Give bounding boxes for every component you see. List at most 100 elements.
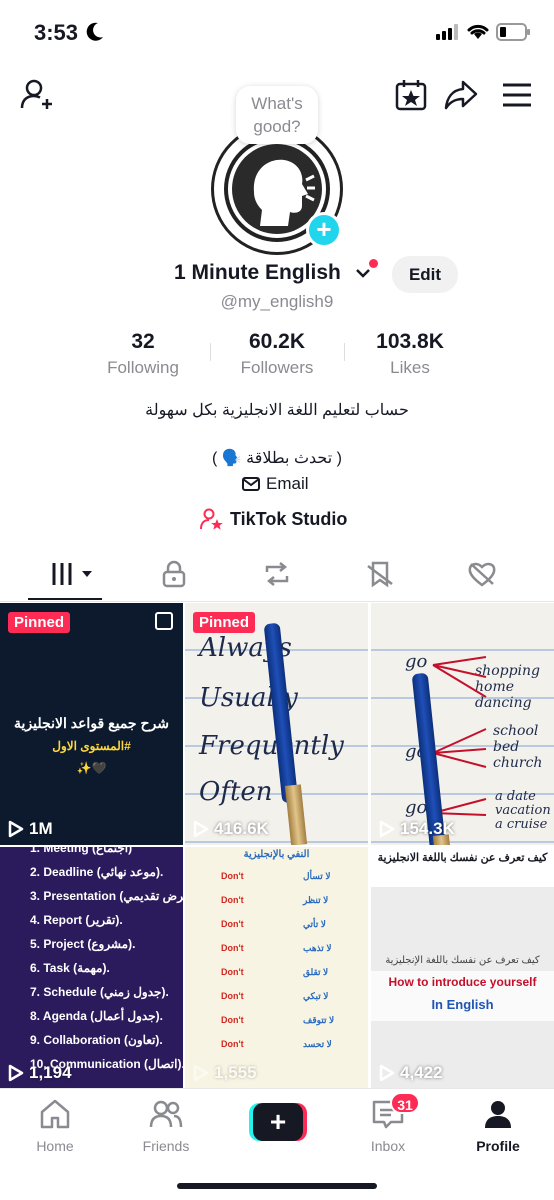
stat-value: 103.8K: [376, 330, 444, 353]
arabic-label: لا تأتي: [303, 919, 326, 929]
profile-handle: @my_english9: [220, 292, 334, 311]
thumbnail-english-title: How to introduce yourself: [388, 975, 537, 989]
stat-value: 60.2K: [248, 330, 306, 353]
list-item: 2. Deadline (موعد نهائي).: [30, 865, 164, 879]
video-thumbnail[interactable]: go shopping home dancing go school bed c…: [371, 603, 554, 845]
handwritten-word: church: [493, 755, 543, 771]
video-thumbnail[interactable]: Always Usually Frequently Often Pinned 4…: [185, 603, 368, 845]
handwritten-word: school: [493, 723, 539, 739]
view-count-value: 1M: [29, 819, 53, 838]
add-story-button[interactable]: +: [306, 212, 342, 248]
battery-icon: [496, 23, 530, 41]
chevron-down-icon[interactable]: [355, 266, 371, 280]
stat-following[interactable]: 32 Following: [83, 330, 203, 378]
tab-private[interactable]: [154, 558, 194, 590]
note-bubble[interactable]: What's good?: [236, 86, 318, 144]
stat-followers[interactable]: 60.2K Followers: [217, 330, 337, 378]
nav-label: Friends: [142, 1138, 190, 1154]
speaking-head-logo: [253, 159, 315, 226]
email-label: Email: [266, 474, 309, 493]
handwritten-word: Often: [199, 777, 273, 807]
stat-value: 32: [131, 330, 155, 353]
nav-inbox[interactable]: Inbox: [343, 1099, 433, 1154]
studio-label: TikTok Studio: [230, 508, 348, 529]
heart-hidden-icon: [468, 562, 496, 587]
bio-line: ( تحدث بطلاقة 🗣️ ): [212, 450, 342, 467]
nav-label: Inbox: [370, 1138, 406, 1154]
view-count: 1M: [8, 819, 53, 839]
photo-carousel-icon: [155, 612, 173, 630]
video-thumbnail[interactable]: كيف تعرف عن نفسك باللغة الانجليزية كيف ت…: [371, 847, 554, 1089]
cellular-signal-icon: [436, 24, 458, 40]
thumbnail-subtitle: كيف تعرف عن نفسك باللغة الإنجليزية: [385, 955, 540, 966]
share-icon[interactable]: [444, 78, 478, 112]
creator-star-icon: [200, 508, 223, 530]
wifi-icon: [467, 24, 489, 39]
notification-dot: [369, 259, 378, 268]
create-button[interactable]: +: [249, 1103, 307, 1141]
view-count: 154.3K: [379, 819, 455, 839]
handwritten-word: bed: [493, 739, 520, 755]
tab-liked[interactable]: [462, 558, 502, 590]
pinned-badge: Pinned: [193, 612, 256, 633]
tab-reposts[interactable]: [257, 558, 297, 590]
play-icon: [379, 1064, 395, 1082]
handwritten-word: a date: [495, 789, 536, 804]
grid-icon: [52, 563, 92, 585]
list-item: 6. Task (مهمة).: [30, 961, 110, 975]
edit-profile-button[interactable]: Edit: [392, 256, 458, 293]
tab-videos[interactable]: [50, 558, 96, 590]
dont-label: Don't: [221, 991, 244, 1001]
stat-label: Following: [107, 358, 179, 377]
dont-label: Don't: [221, 919, 244, 929]
repost-icon: [265, 562, 289, 586]
menu-icon[interactable]: [500, 78, 534, 112]
list-item: 7. Schedule (جدول زمني).: [30, 985, 169, 999]
calendar-star-icon[interactable]: [394, 78, 428, 112]
dont-label: Don't: [221, 895, 244, 905]
video-thumbnail[interactable]: 1. Meeting (اجتماع) 2. Deadline (موعد نه…: [0, 847, 183, 1089]
play-icon: [193, 820, 209, 838]
tiktok-studio-link[interactable]: TikTok Studio: [200, 508, 347, 530]
stat-divider: [210, 343, 211, 361]
video-thumbnail[interactable]: النفي بالإنجليزية Don't لا تسأل Don't لا…: [185, 847, 368, 1089]
stat-label: Followers: [240, 358, 314, 377]
home-indicator: [177, 1183, 377, 1189]
view-count: 416.6K: [193, 819, 269, 839]
list-item: 3. Presentation (عرض تقديمي).: [30, 889, 183, 903]
bookmark-hidden-icon: [367, 561, 393, 588]
inbox-badge: 31: [390, 1092, 420, 1114]
handwritten-word: vacation: [495, 803, 551, 818]
list-item: 5. Project (مشروع).: [30, 937, 136, 951]
video-thumbnail[interactable]: Pinned شرح جميع قواعد الانجليزية #المستو…: [0, 603, 183, 845]
bio-line: حساب لتعليم اللغة الانجليزية بكل سهولة: [145, 402, 409, 419]
dont-label: Don't: [221, 943, 244, 953]
arabic-label: لا تقلق: [303, 967, 329, 977]
moon-icon: [86, 22, 103, 41]
view-count: 4,422: [379, 1063, 443, 1083]
active-tab-indicator: [28, 598, 102, 600]
list-item: 4. Report (تقرير).: [30, 913, 123, 927]
nav-home[interactable]: Home: [10, 1099, 100, 1154]
stat-likes[interactable]: 103.8K Likes: [350, 330, 470, 378]
arabic-label: لا تنظر: [303, 895, 329, 905]
profile-tabs: [0, 548, 554, 602]
thumbnail-title: النفي بالإنجليزية: [243, 849, 310, 860]
nav-friends[interactable]: Friends: [121, 1099, 211, 1154]
lock-icon: [162, 560, 186, 588]
play-icon: [8, 1064, 24, 1082]
tab-favorites[interactable]: [360, 558, 400, 590]
handwritten-word: go: [405, 651, 428, 672]
email-link[interactable]: Email: [242, 474, 309, 494]
dont-label: Don't: [221, 871, 244, 881]
profile-name[interactable]: 1 Minute English: [174, 261, 341, 285]
view-count: 1,194: [8, 1063, 72, 1083]
handwritten-word: Frequently: [199, 731, 344, 761]
friends-icon: [149, 1100, 183, 1128]
add-friend-icon[interactable]: [20, 78, 54, 112]
play-icon: [8, 820, 24, 838]
nav-profile[interactable]: Profile: [453, 1099, 543, 1154]
play-icon: [379, 820, 395, 838]
thumbnail-english-subtitle: In English: [431, 997, 494, 1012]
dont-label: Don't: [221, 1015, 244, 1025]
